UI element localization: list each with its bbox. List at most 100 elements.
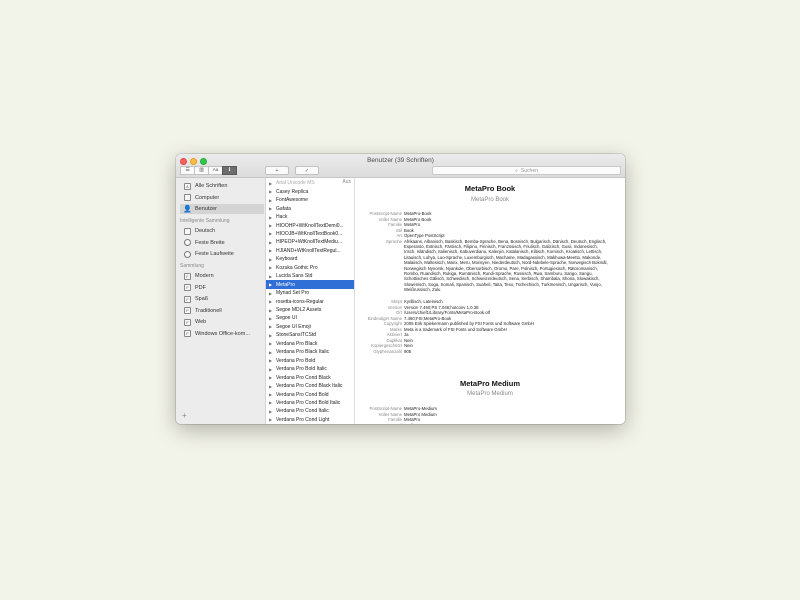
sidebar-item-feste-laufweite[interactable]: Feste Laufweite xyxy=(180,249,264,259)
font-list-item[interactable]: ▶ Segoe UI Emoji xyxy=(266,323,354,332)
disclosure-triangle-icon[interactable]: ▶ xyxy=(269,333,273,338)
font-list-item[interactable]: ▶ StoneSansITCStd xyxy=(266,331,354,340)
info-key: Glyphenanzahl xyxy=(373,348,402,354)
sidebar-item-spass[interactable]: F Spaß xyxy=(180,294,264,304)
sidebar-item-label: PDF xyxy=(195,284,206,291)
font-list-item[interactable]: ▶ Kozuka Gothic Pro xyxy=(266,264,354,273)
disclosure-triangle-icon[interactable]: ▶ xyxy=(269,350,273,355)
font-list-item-label: Verdana Pro Cond Bold xyxy=(276,391,329,398)
add-collection-button[interactable]: + xyxy=(182,411,187,420)
sidebar-item-web[interactable]: F Web xyxy=(180,317,264,327)
font-list-item-label: Kozuka Gothic Pro xyxy=(276,264,318,271)
disclosure-triangle-icon[interactable]: ▶ xyxy=(269,291,273,296)
disclosure-triangle-icon[interactable]: ▶ xyxy=(269,358,273,363)
disclosure-triangle-icon[interactable]: ▶ xyxy=(269,257,273,262)
sidebar-item-all-fonts[interactable]: A Alle Schriften xyxy=(180,181,264,191)
font-list-item[interactable]: ▶ Casey Replica xyxy=(266,187,354,196)
font-list-item[interactable]: ▶ Verdana Pro Cond Black Italic xyxy=(266,382,354,391)
font-collection-icon: A xyxy=(184,182,191,190)
font-list-item[interactable]: ▶ Arial Unicode MS xyxy=(266,179,354,188)
sidebar-item-pdf[interactable]: F PDF xyxy=(180,283,264,293)
font-list-item[interactable]: ▶ Lucida Sans Std xyxy=(266,272,354,281)
font-list-item-label: StoneSansITCStd xyxy=(276,332,317,339)
font-list-item[interactable]: ▶ Keyboard xyxy=(266,255,354,264)
disclosure-triangle-icon[interactable]: ▶ xyxy=(269,400,273,405)
sample-view-icon[interactable]: Aa xyxy=(208,166,223,175)
font-list-item-label: Segoe UI Emoji xyxy=(276,323,311,330)
font-list-item[interactable]: ▶ Hack xyxy=(266,213,354,222)
font-list-item[interactable]: ▶ FontAwesome xyxy=(266,196,354,205)
font-list-item-label: Keyboard xyxy=(276,256,298,263)
disclosure-triangle-icon[interactable]: ▶ xyxy=(269,417,273,422)
info-view-icon[interactable]: ℹ xyxy=(222,166,237,175)
font-list-item[interactable]: ▶ Verdana Pro Black Italic xyxy=(266,348,354,357)
font-list-item[interactable]: ▶ Verdana Pro Cond Light xyxy=(266,416,354,424)
font-list-item[interactable]: ▶ Segoe MDL2 Assets xyxy=(266,306,354,315)
font-title: MetaPro Medium xyxy=(459,379,520,388)
font-list-item[interactable]: ▶ Verdana Pro Cond Italic xyxy=(266,407,354,416)
disclosure-triangle-icon[interactable]: ▶ xyxy=(269,274,273,279)
font-list-item[interactable]: ▶ Verdana Pro Bold xyxy=(266,356,354,365)
font-list-item-label: Verdana Pro Black xyxy=(276,340,318,347)
list-view-icon[interactable]: ☰ xyxy=(180,166,195,175)
disclosure-triangle-icon[interactable]: ▶ xyxy=(269,198,273,203)
disclosure-triangle-icon[interactable]: ▶ xyxy=(269,282,273,287)
font-title: MetaPro Book xyxy=(464,184,516,193)
info-key: Stil xyxy=(355,423,404,425)
disclosure-triangle-icon[interactable]: ▶ xyxy=(269,181,273,186)
font-list-item[interactable]: ▶ HIOOJB+WtKnollTextBook0... xyxy=(266,230,354,239)
sidebar-item-label: Spaß xyxy=(195,296,209,302)
font-list-item[interactable]: ▶ Myriad Set Pro xyxy=(266,289,354,298)
font-list-item[interactable]: ▶ Gafata xyxy=(266,204,354,213)
validate-font-button[interactable]: ✓ xyxy=(295,166,319,175)
search-field[interactable]: ⌕ Suchen xyxy=(432,166,621,175)
sidebar-item-computer[interactable]: Computer xyxy=(180,193,264,203)
disclosure-triangle-icon[interactable]: ▶ xyxy=(269,316,273,321)
disclosure-triangle-icon[interactable]: ▶ xyxy=(269,189,273,194)
font-list-item[interactable]: ▶ Verdana Pro Cond Bold xyxy=(266,390,354,399)
disclosure-triangle-icon[interactable]: ▶ xyxy=(269,409,273,414)
sidebar-item-feste-breite[interactable]: Feste Breite xyxy=(180,238,264,248)
disclosure-triangle-icon[interactable]: ▶ xyxy=(269,206,273,211)
info-value: Afrikaans, Albanisch, Baskisch, Bemba-Sp… xyxy=(404,238,608,293)
disclosure-triangle-icon[interactable]: ▶ xyxy=(269,392,273,397)
disclosure-triangle-icon[interactable]: ▶ xyxy=(269,308,273,313)
font-list-item[interactable]: ▶ Segoe UI xyxy=(266,314,354,323)
font-book-window: Benutzer (39 Schriften) ☰ ▥ Aa ℹ + ✓ ⌕ S… xyxy=(176,154,625,424)
font-list-item-label: HJIAND+WtKnollTextRegul... xyxy=(276,247,341,254)
sidebar-item-modern[interactable]: F Modern xyxy=(180,271,264,281)
font-list-item[interactable]: ▶ Verdana Pro Cond Black xyxy=(266,373,354,382)
disclosure-triangle-icon[interactable]: ▶ xyxy=(269,367,273,372)
sidebar-item-user[interactable]: 👤 Benutzer xyxy=(180,204,264,214)
info-value: 905 xyxy=(404,348,412,354)
font-list-item[interactable]: ▶ MetaPro xyxy=(266,280,354,289)
sidebar-item-deutsch[interactable]: Deutsch xyxy=(180,226,264,236)
disclosure-triangle-icon[interactable]: ▶ xyxy=(269,341,273,346)
disclosure-triangle-icon[interactable]: ▶ xyxy=(269,240,273,245)
font-list-item[interactable]: ▶ HJIAND+WtKnollTextRegul... xyxy=(266,247,354,256)
user-icon: 👤 xyxy=(183,206,192,213)
disclosure-triangle-icon[interactable]: ▶ xyxy=(269,248,273,253)
font-list-item[interactable]: ▶ Verdana Pro Black xyxy=(266,340,354,349)
font-list-item[interactable]: ▶ Verdana Pro Bold Italic xyxy=(266,365,354,374)
disclosure-triangle-icon[interactable]: ▶ xyxy=(269,384,273,389)
sidebar: A Alle Schriften Computer 👤 Benutzer Int… xyxy=(176,178,266,424)
disclosure-triangle-icon[interactable]: ▶ xyxy=(269,299,273,304)
font-list-item-label: Verdana Pro Bold Italic xyxy=(276,366,327,373)
sidebar-item-windows-office[interactable]: F Windows Office-kom... xyxy=(180,329,264,339)
disclosure-triangle-icon[interactable]: ▶ xyxy=(269,324,273,329)
font-list-item[interactable]: ▶ HIOOHP+WtKnollTextDemi0... xyxy=(266,221,354,230)
disclosure-triangle-icon[interactable]: ▶ xyxy=(269,231,273,236)
font-list-item-label: MetaPro xyxy=(276,281,295,288)
font-list-item[interactable]: ▶ HIPEOP+WtKnollTextMediu... xyxy=(266,238,354,247)
sidebar-item-traditionell[interactable]: F Traditionell xyxy=(180,306,264,316)
font-list-item[interactable]: ▶ Verdana Pro Cond Bold Italic xyxy=(266,399,354,408)
grid-view-icon[interactable]: ▥ xyxy=(194,166,209,175)
disclosure-triangle-icon[interactable]: ▶ xyxy=(269,265,273,270)
disclosure-triangle-icon[interactable]: ▶ xyxy=(269,223,273,228)
add-font-button[interactable]: + xyxy=(265,166,289,175)
disclosure-triangle-icon[interactable]: ▶ xyxy=(269,375,273,380)
disclosure-triangle-icon[interactable]: ▶ xyxy=(269,215,273,220)
font-list-item[interactable]: ▶ rosetta-icons-Regular xyxy=(266,297,354,306)
font-list-item-label: Lucida Sans Std xyxy=(276,273,313,280)
